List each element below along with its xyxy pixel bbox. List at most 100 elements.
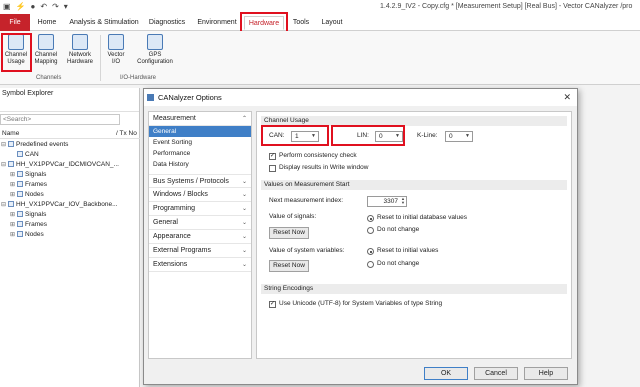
nav-programming[interactable]: Programming ⌄ [149,202,251,216]
string-encodings-header: String Encodings [261,284,567,294]
tree-item[interactable]: ⊞ Frames [0,180,140,190]
sysvars-label: Value of system variables: [269,247,345,254]
chevron-down-icon: ⌄ [241,248,247,254]
column-txno[interactable]: / Tx No [116,129,137,139]
reset-sysvars-button[interactable]: Reset Now [269,260,309,272]
consistency-checkbox[interactable]: ✓ [269,153,276,160]
nav-extensions[interactable]: Extensions ⌄ [149,258,251,272]
tree-item[interactable]: ⊟ HH_VX1PPVCar_IOV_Backbone... [0,200,140,210]
next-index-label: Next measurement index: [269,197,344,204]
reset-database-label: Reset to initial database values [377,214,467,221]
tree-item[interactable]: ⊞ Nodes [0,230,140,240]
tree-item[interactable]: CAN [0,150,140,160]
chevron-down-icon: ▼ [465,133,470,139]
nav-general[interactable]: General ⌄ [149,216,251,230]
close-icon[interactable]: ✕ [563,89,571,106]
quick-access-toolbar: ▣ ⚡ ● ↶ ↷ ▾ [3,2,68,12]
tree-item[interactable]: ⊞ Nodes [0,190,140,200]
cancel-button[interactable]: Cancel [474,367,518,380]
help-button[interactable]: Help [524,367,568,380]
gps-configuration-button[interactable]: GPS Configuration [132,34,178,66]
app-icon: ▣ [3,2,11,11]
symbol-tree: ⊟ Predefined events CAN ⊟ HH_VX1PPVCar_IDC… [0,140,140,240]
save-icon[interactable]: ⚡ [16,2,26,12]
dialog-title-bar: CANalyzer Options ✕ [144,89,577,106]
vector-io-icon [108,34,124,50]
group-label-io-hardware: I/O-Hardware [120,75,157,81]
tab-file[interactable]: File [0,14,30,31]
gps-configuration-label: GPS Configuration [137,52,173,65]
title-bar: ▣ ⚡ ● ↶ ↷ ▾ 1.4.2.9_IV2 - Copy.cfg * [Me… [0,0,640,14]
column-header: Name / Tx No [0,129,140,139]
chevron-down-icon: ⌄ [241,179,247,185]
symbol-search-input[interactable]: <Search> [0,114,120,125]
vector-io-button[interactable]: Vector I/O [104,34,128,66]
nav-windows-blocks[interactable]: Windows / Blocks ⌄ [149,188,251,202]
ribbon-hardware: Channel Usage Channel Mapping Network Ha… [0,31,640,85]
vector-io-label: Vector I/O [107,52,125,65]
kline-label: K-Line: [417,132,438,139]
nav-performance[interactable]: Performance [149,148,251,159]
reset-database-radio[interactable] [367,215,374,222]
next-index-input[interactable]: 3307 ▲ ▼ [367,196,407,207]
group-label-channels: Channels [36,75,62,81]
chevron-down-icon: ⌄ [241,192,247,198]
spinner-icon[interactable]: ▲ ▼ [401,197,405,205]
signals-label: Value of signals: [269,213,317,220]
tree-item[interactable]: ⊞ Signals [0,210,140,220]
kline-channels-select[interactable]: 0 ▼ [445,131,473,142]
symbol-explorer-panel: Symbol Explorer <Search> Name / Tx No ⊟ P… [0,88,140,387]
chevron-up-icon: ⌃ [241,116,247,122]
lin-highlight [331,125,405,146]
nav-bus-systems[interactable]: Bus Systems / Protocols ⌄ [149,174,251,188]
nav-general-selected[interactable]: General [149,126,251,137]
symbol-explorer-toolbar [0,99,139,112]
app-icon [147,94,154,101]
display-results-checkbox[interactable] [269,165,276,172]
tab-analysis-stimulation[interactable]: Analysis & Stimulation [66,16,142,30]
network-hardware-label: Network Hardware [66,52,93,65]
gps-configuration-icon [147,34,163,50]
display-results-label: Display results in Write window [279,164,369,171]
tree-item[interactable]: ⊞ Frames [0,220,140,230]
nav-event-sorting[interactable]: Event Sorting [149,137,251,148]
nav-appearance[interactable]: Appearance ⌄ [149,230,251,244]
redo-icon[interactable]: ↷ [52,2,59,12]
tree-item[interactable]: ⊟ HH_VX1PPVCar_IDCMIOVCAN_... [0,160,140,170]
start-icon[interactable]: ● [31,2,36,12]
tab-environment[interactable]: Environment [194,16,240,30]
unicode-label: Use Unicode (UTF-8) for System Variables… [279,300,443,307]
sysvars-no-change-radio[interactable] [367,261,374,268]
settings-panel: Channel Usage CAN: 1 ▼ LIN: 0 ▼ K-Line: 0 ▼… [256,111,572,359]
sysvars-no-change-label: Do not change [377,260,420,267]
unicode-checkbox[interactable]: ✓ [269,301,276,308]
tab-layout[interactable]: Layout [318,16,346,30]
nav-data-history[interactable]: Data History [149,159,251,170]
chevron-down-icon: ⌄ [241,220,247,226]
reset-signals-button[interactable]: Reset Now [269,227,309,239]
tab-diagnostics[interactable]: Diagnostics [146,16,188,30]
ok-button[interactable]: OK [424,367,468,380]
tab-home[interactable]: Home [34,16,60,30]
nav-measurement[interactable]: Measurement ⌃ [149,112,251,126]
consistency-label: Perform consistency check [279,152,357,159]
ribbon-separator [100,35,101,81]
nav-external-programs[interactable]: External Programs ⌄ [149,244,251,258]
window-title: 1.4.2.9_IV2 - Copy.cfg * [Measurement Se… [380,3,633,10]
undo-icon[interactable]: ↶ [40,2,47,12]
network-hardware-button[interactable]: Network Hardware [63,34,97,66]
channel-mapping-label: Channel Mapping [34,52,58,65]
values-start-header: Values on Measurement Start [261,180,567,190]
reset-initial-radio[interactable] [367,248,374,255]
customize-icon[interactable]: ▾ [64,2,68,12]
reset-initial-label: Reset to initial values [377,247,439,254]
signals-no-change-radio[interactable] [367,227,374,234]
chevron-down-icon: ⌄ [241,262,247,268]
tree-item[interactable]: ⊟ Predefined events [0,140,140,150]
channel-mapping-button[interactable]: Channel Mapping [33,34,59,66]
tree-item[interactable]: ⊞ Signals [0,170,140,180]
column-name[interactable]: Name [2,129,19,139]
channel-usage-highlight [1,33,32,72]
tab-tools[interactable]: Tools [289,16,313,30]
symbol-explorer-title: Symbol Explorer [0,88,139,99]
